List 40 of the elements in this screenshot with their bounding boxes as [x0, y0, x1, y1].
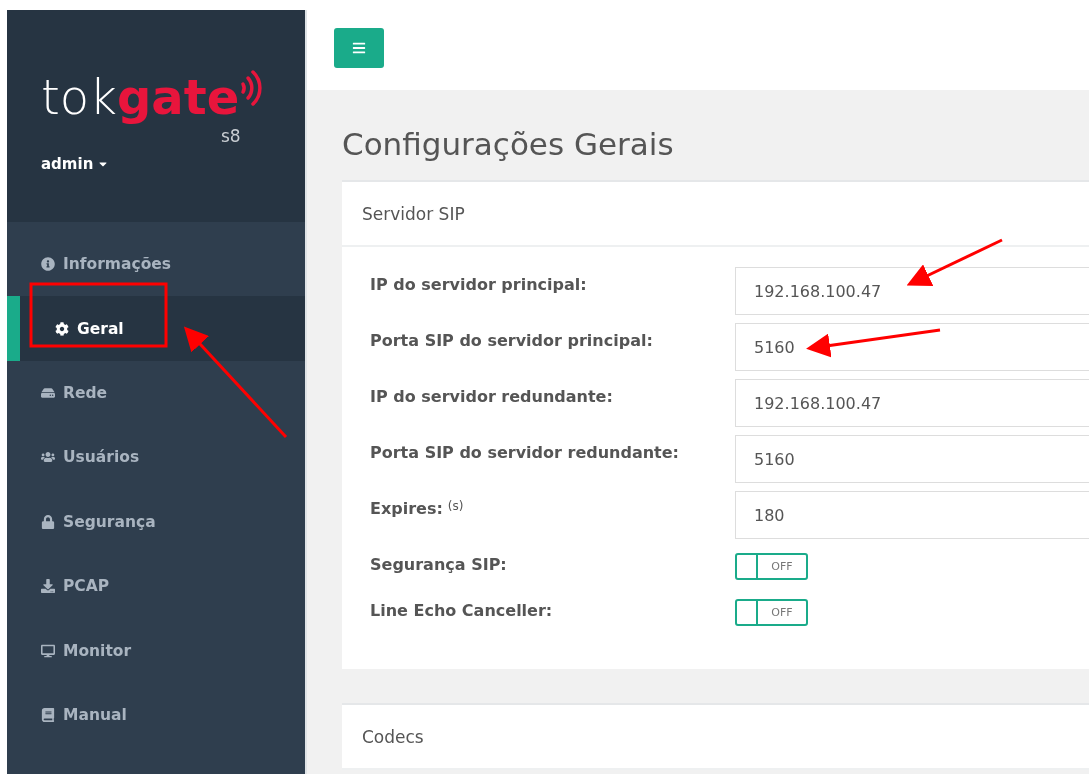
input-field[interactable]: 192.168.100.47	[735, 379, 1089, 427]
sidebar-item[interactable]: PCAP	[7, 553, 305, 619]
input-field[interactable]: 192.168.100.47	[735, 267, 1089, 315]
field-label: Porta SIP do servidor principal:	[370, 331, 654, 350]
sidebar-item[interactable]: Informações	[7, 232, 305, 297]
page-title: Configurações Gerais	[342, 126, 675, 162]
toggle-switch[interactable]: OFF	[735, 552, 808, 580]
logo: tokgate	[41, 66, 270, 129]
field-label: IP do servidor redundante:	[370, 387, 614, 406]
sidebar-item[interactable]: Rede	[7, 360, 305, 426]
toggle-switch[interactable]: OFF	[735, 598, 808, 626]
drive-icon	[41, 385, 55, 400]
users-icon	[41, 450, 55, 465]
gear-icon	[55, 321, 69, 336]
input-field[interactable]: 5160	[735, 435, 1089, 483]
menu-icon	[352, 41, 366, 55]
user-menu[interactable]: admin	[41, 154, 110, 173]
active-indicator	[7, 296, 20, 361]
model-label: s8	[221, 126, 241, 147]
info-icon	[41, 257, 55, 272]
unit-label: (s)	[447, 499, 464, 513]
sidebar-item[interactable]: Manual	[7, 682, 305, 748]
menu-button[interactable]	[334, 28, 384, 68]
book-icon	[41, 707, 55, 722]
field-label: Expires:	[370, 499, 443, 518]
sidebar-item[interactable]: Usuários	[7, 425, 305, 490]
panel-title: Codecs	[342, 705, 1089, 770]
monitor-icon	[41, 643, 55, 658]
field-label: IP do servidor principal:	[370, 275, 588, 294]
field-label: Segurança SIP:	[370, 555, 508, 574]
download-icon	[41, 579, 55, 594]
lock-icon	[41, 514, 55, 529]
field-label: Line Echo Canceller:	[370, 601, 554, 620]
sidebar-item[interactable]: Segurança	[7, 489, 305, 554]
input-field[interactable]: 5160	[735, 323, 1089, 371]
field-label: Porta SIP do servidor redundante:	[370, 443, 680, 462]
sidebar-item[interactable]: Geral	[7, 296, 305, 361]
panel-title: Servidor SIP	[342, 182, 1089, 247]
sidebar-item[interactable]: Monitor	[7, 618, 305, 683]
input-field[interactable]: 180	[735, 491, 1089, 539]
